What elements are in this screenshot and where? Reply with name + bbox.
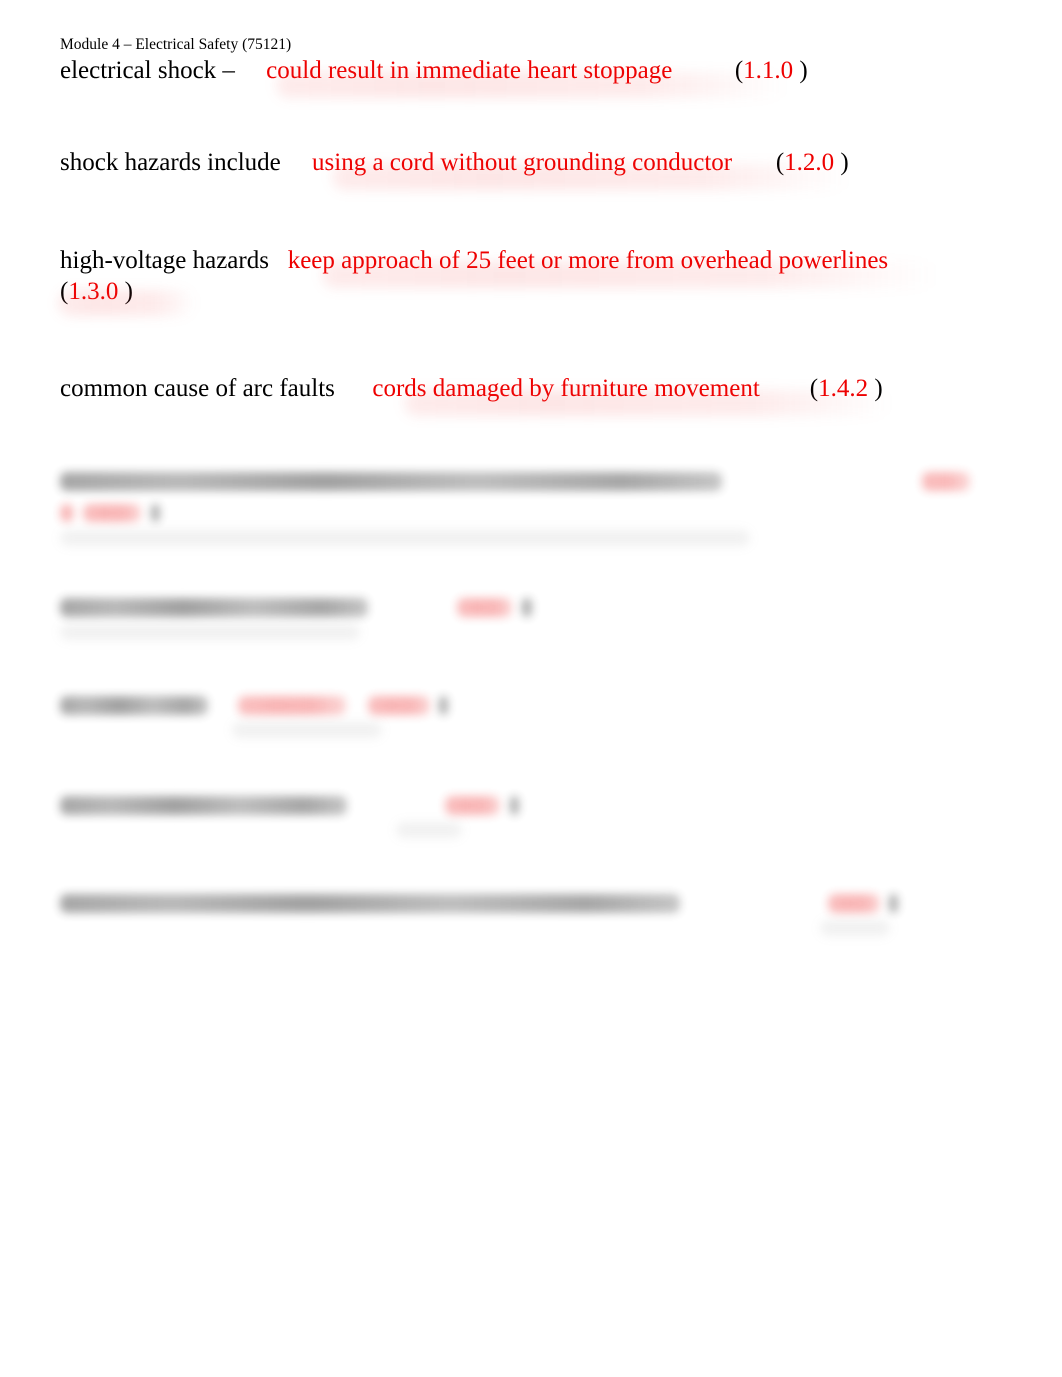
qa-answer: could result in immediate heart stoppage xyxy=(266,57,673,84)
qa-row-redacted-line2 xyxy=(60,504,160,522)
qa-row: shock hazards include using a cord witho… xyxy=(60,148,1020,179)
qa-spacer xyxy=(235,57,266,84)
qa-spacer xyxy=(335,375,373,402)
redacted-text-block xyxy=(60,472,722,491)
qa-row: high-voltage hazards keep approach of 25… xyxy=(60,246,940,307)
ref-open-paren: ( xyxy=(809,375,819,402)
document-page: Module 4 – Electrical Safety (75121) ele… xyxy=(0,0,1062,1377)
qa-row-redacted xyxy=(60,796,519,815)
qa-spacer xyxy=(281,149,312,176)
ref-number: 1.2.0 xyxy=(784,149,835,176)
redacted-text-block xyxy=(151,504,160,522)
qa-row-redacted xyxy=(60,696,448,715)
redacted-text-block xyxy=(60,696,208,715)
qa-prompt: shock hazards include xyxy=(60,149,281,176)
ref-close-paren: ) xyxy=(793,57,808,84)
redacted-text-block xyxy=(60,796,347,815)
redacted-reference xyxy=(445,796,500,815)
ref-number: 1.3.0 xyxy=(68,277,119,305)
qa-spacer xyxy=(732,149,776,176)
qa-prompt: high-voltage hazards xyxy=(60,247,269,274)
qa-answer: using a cord without grounding conductor xyxy=(312,149,733,176)
ref-open-paren: ( xyxy=(775,149,785,176)
qa-reference: (1.4.2 ) xyxy=(810,375,883,402)
redacted-text-block xyxy=(522,598,532,617)
ref-number: 1.1.0 xyxy=(743,57,794,84)
redacted-answer xyxy=(238,696,346,715)
qa-spacer xyxy=(672,57,735,84)
redacted-text-block xyxy=(60,598,368,617)
qa-reference: (1.3.0 ) xyxy=(60,278,133,305)
redacted-text-block xyxy=(439,696,448,715)
redacted-text-block xyxy=(60,894,680,913)
qa-row-redacted xyxy=(60,894,898,913)
redacted-smear xyxy=(820,920,890,936)
redacted-text-block xyxy=(60,504,74,522)
redacted-text-block xyxy=(889,894,898,913)
qa-row-redacted xyxy=(60,472,1020,491)
redacted-reference xyxy=(922,472,970,491)
qa-reference: (1.2.0 ) xyxy=(776,149,849,176)
redacted-smear xyxy=(396,822,462,838)
qa-answer: keep approach of 25 feet or more from ov… xyxy=(287,247,889,274)
qa-reference: (1.1.0 ) xyxy=(735,57,808,84)
redacted-smear xyxy=(60,624,360,640)
qa-spacer xyxy=(269,247,288,274)
qa-row: electrical shock – could result in immed… xyxy=(60,56,1020,87)
ref-open-paren: ( xyxy=(734,57,744,84)
qa-prompt: common cause of arc faults xyxy=(60,375,335,402)
ref-close-paren: ) xyxy=(834,149,849,176)
redacted-reference xyxy=(457,598,512,617)
ref-close-paren: ) xyxy=(118,277,133,305)
qa-answer: cords damaged by furniture movement xyxy=(372,375,760,402)
qa-spacer xyxy=(888,247,907,274)
qa-prompt: electrical shock – xyxy=(60,57,235,84)
qa-row-redacted xyxy=(60,598,532,617)
redacted-reference xyxy=(83,504,141,522)
ref-close-paren: ) xyxy=(868,375,883,402)
redacted-smear xyxy=(60,530,750,546)
document-header: Module 4 – Electrical Safety (75121) xyxy=(60,36,292,53)
redacted-reference xyxy=(828,894,880,913)
qa-row: common cause of arc faults cords damaged… xyxy=(60,374,1020,405)
redacted-smear xyxy=(232,722,382,738)
redacted-text-block xyxy=(510,796,519,815)
ref-number: 1.4.2 xyxy=(818,375,869,402)
qa-spacer xyxy=(760,375,810,402)
redacted-reference xyxy=(368,696,430,715)
